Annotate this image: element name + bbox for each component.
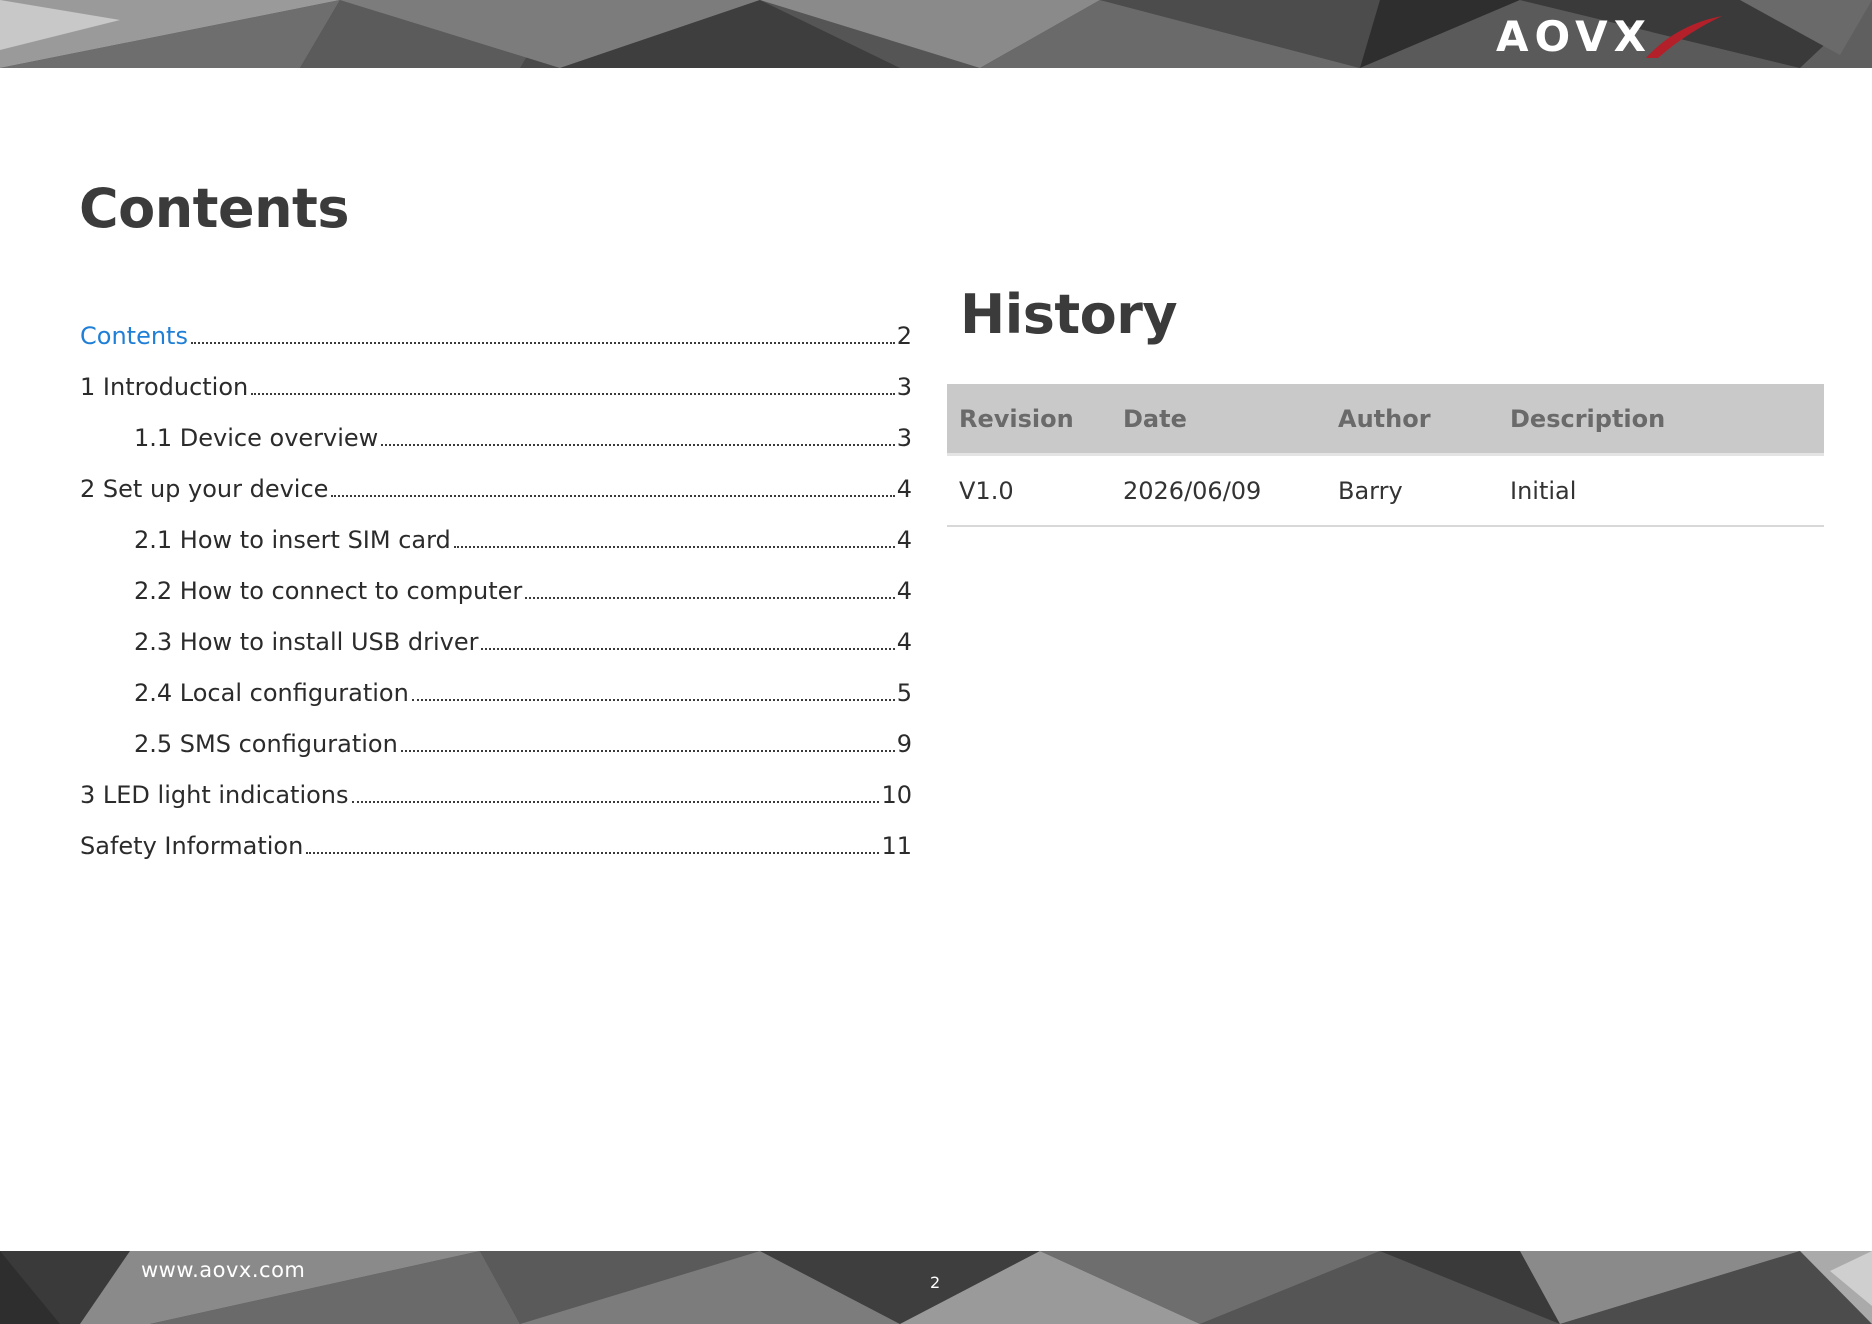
toc-entry[interactable]: Safety Information 11 bbox=[80, 812, 912, 863]
toc-entry[interactable]: 1 Introduction 3 bbox=[80, 353, 912, 404]
toc-leader-dots bbox=[331, 495, 895, 497]
footer-page-number: 2 bbox=[930, 1273, 941, 1292]
toc-leader-dots bbox=[190, 342, 895, 344]
document-page: AOVX Contents Contents 2 1 Introduction … bbox=[0, 0, 1872, 1324]
toc-entry[interactable]: 2.3 How to install USB driver 4 bbox=[80, 608, 912, 659]
footer-website-url[interactable]: www.aovx.com bbox=[141, 1258, 305, 1282]
aovx-logo: AOVX bbox=[1496, 14, 1724, 60]
toc-leader-dots bbox=[251, 393, 895, 395]
toc-entry[interactable]: 1.1 Device overview 3 bbox=[80, 404, 912, 455]
cell-author: Barry bbox=[1326, 454, 1498, 527]
toc-entry-label: 1.1 Device overview bbox=[134, 424, 379, 452]
toc-entry[interactable]: 2.2 How to connect to computer 4 bbox=[80, 557, 912, 608]
toc-entry[interactable]: 2.1 How to insert SIM card 4 bbox=[80, 506, 912, 557]
toc-entry-page: 5 bbox=[896, 679, 912, 707]
history-table: Revision Date Author Description V1.0 20… bbox=[947, 384, 1824, 527]
toc-entry-page: 9 bbox=[896, 730, 912, 758]
column-header-description: Description bbox=[1498, 384, 1824, 456]
toc-entry[interactable]: Contents 2 bbox=[80, 302, 912, 353]
contents-heading: Contents bbox=[79, 177, 350, 240]
toc-entry-page: 2 bbox=[896, 322, 912, 350]
toc-entry-label: 3 LED light indications bbox=[80, 781, 349, 809]
toc-entry[interactable]: 2 Set up your device 4 bbox=[80, 455, 912, 506]
toc-entry-page: 4 bbox=[896, 475, 912, 503]
toc-entry[interactable]: 3 LED light indications 10 bbox=[80, 761, 912, 812]
toc-leader-dots bbox=[481, 648, 895, 650]
toc-leader-dots bbox=[453, 546, 895, 548]
toc-entry-label: 2.4 Local configuration bbox=[134, 679, 409, 707]
toc-entry-page: 4 bbox=[896, 628, 912, 656]
toc-entry-page: 10 bbox=[881, 781, 912, 809]
cell-date: 2026/06/09 bbox=[1111, 454, 1326, 527]
toc-entry-label: Contents bbox=[80, 322, 188, 350]
toc-entry-label: 2.3 How to install USB driver bbox=[134, 628, 479, 656]
table-of-contents: Contents 2 1 Introduction 3 1.1 Device o… bbox=[80, 302, 912, 863]
toc-entry-label: 2.1 How to insert SIM card bbox=[134, 526, 451, 554]
toc-leader-dots bbox=[351, 801, 880, 803]
toc-leader-dots bbox=[411, 699, 895, 701]
toc-entry[interactable]: 2.4 Local configuration 5 bbox=[80, 659, 912, 710]
history-header-row: Revision Date Author Description bbox=[947, 384, 1824, 456]
toc-leader-dots bbox=[400, 750, 895, 752]
logo-text: AOVX bbox=[1496, 12, 1652, 61]
toc-entry-page: 4 bbox=[896, 526, 912, 554]
toc-entry[interactable]: 2.5 SMS configuration 9 bbox=[80, 710, 912, 761]
toc-entry-label: 1 Introduction bbox=[80, 373, 249, 401]
toc-entry-page: 3 bbox=[896, 373, 912, 401]
toc-entry-label: 2.5 SMS configuration bbox=[134, 730, 398, 758]
history-heading: History bbox=[960, 283, 1178, 346]
toc-entry-page: 4 bbox=[896, 577, 912, 605]
toc-entry-label: Safety Information bbox=[80, 832, 304, 860]
toc-leader-dots bbox=[525, 597, 895, 599]
header-banner: AOVX bbox=[0, 0, 1872, 68]
table-row: V1.0 2026/06/09 Barry Initial bbox=[947, 454, 1824, 527]
column-header-author: Author bbox=[1326, 384, 1498, 456]
toc-entry-page: 11 bbox=[881, 832, 912, 860]
cell-description: Initial bbox=[1498, 454, 1824, 527]
toc-entry-label: 2 Set up your device bbox=[80, 475, 329, 503]
column-header-date: Date bbox=[1111, 384, 1326, 456]
column-header-revision: Revision bbox=[947, 384, 1111, 456]
toc-leader-dots bbox=[306, 852, 880, 854]
toc-leader-dots bbox=[381, 444, 895, 446]
toc-entry-page: 3 bbox=[896, 424, 912, 452]
cell-revision: V1.0 bbox=[947, 454, 1111, 527]
toc-entry-label: 2.2 How to connect to computer bbox=[134, 577, 523, 605]
